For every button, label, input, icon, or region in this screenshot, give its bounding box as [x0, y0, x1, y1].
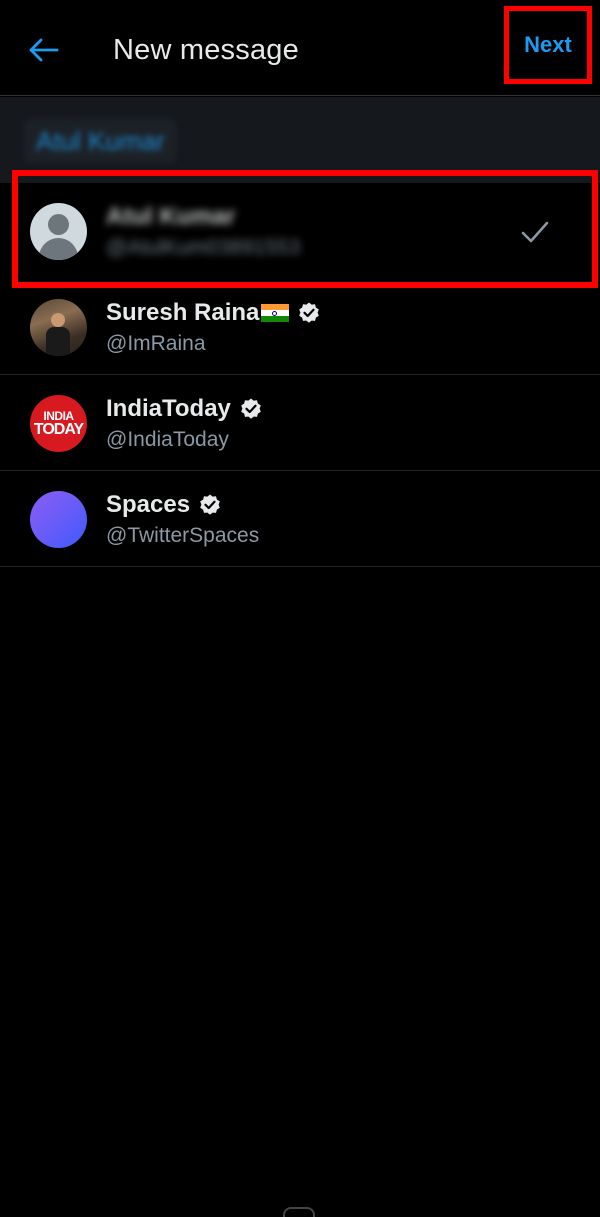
- avatar: INDIA TODAY: [30, 395, 87, 452]
- contact-name: Spaces: [106, 491, 222, 519]
- verified-badge-icon: [241, 398, 261, 419]
- verified-badge-icon: [299, 302, 320, 323]
- contact-name-text: Spaces: [106, 491, 191, 518]
- avatar: [30, 299, 87, 356]
- next-button[interactable]: Next: [504, 6, 592, 84]
- selection-highlight-box: [12, 170, 598, 288]
- contact-handle: @TwitterSpaces: [106, 524, 260, 547]
- page-title: New message: [113, 34, 299, 66]
- contact-handle: @IndiaToday: [106, 428, 229, 451]
- contact-name-text: IndiaToday: [106, 395, 231, 422]
- contact-handle: @AtulKum03891553: [106, 236, 301, 259]
- checkmark-icon: [521, 221, 549, 243]
- back-button[interactable]: [24, 30, 64, 70]
- india-flag-icon: [261, 303, 290, 323]
- contact-name-text: Atul Kumar: [106, 203, 236, 230]
- contact-row-suresh-raina[interactable]: Suresh Raina @ImRaina: [0, 279, 600, 375]
- contact-row-indiatoday[interactable]: INDIA TODAY IndiaToday @IndiaToday: [0, 375, 600, 471]
- arrow-left-icon: [29, 38, 59, 62]
- contact-list: Atul Kumar @AtulKum03891553 Suresh Raina: [0, 170, 600, 567]
- recipient-field[interactable]: Atul Kumar: [0, 97, 600, 183]
- contact-row-spaces[interactable]: Spaces @TwitterSpaces: [0, 471, 600, 567]
- avatar-logo-text-line1: INDIA: [43, 408, 74, 423]
- contact-name: IndiaToday: [106, 395, 263, 423]
- avatar-logo-text-line2: TODAY: [33, 420, 84, 438]
- header-bar: New message Next: [0, 0, 600, 96]
- home-indicator: [283, 1207, 315, 1217]
- contact-row-atul-kumar[interactable]: Atul Kumar @AtulKum03891553: [0, 170, 600, 288]
- new-message-screen: New message Next Atul Kumar Atul Kumar @…: [0, 0, 600, 1217]
- contact-name: Suresh Raina: [106, 299, 321, 327]
- default-avatar-icon: [30, 203, 87, 260]
- contact-name-text: Suresh Raina: [106, 299, 260, 326]
- contact-handle: @ImRaina: [106, 332, 206, 355]
- avatar: [30, 491, 87, 548]
- contact-name: Atul Kumar: [106, 203, 235, 231]
- recipient-chip[interactable]: Atul Kumar: [24, 119, 177, 163]
- verified-badge-icon: [200, 494, 220, 515]
